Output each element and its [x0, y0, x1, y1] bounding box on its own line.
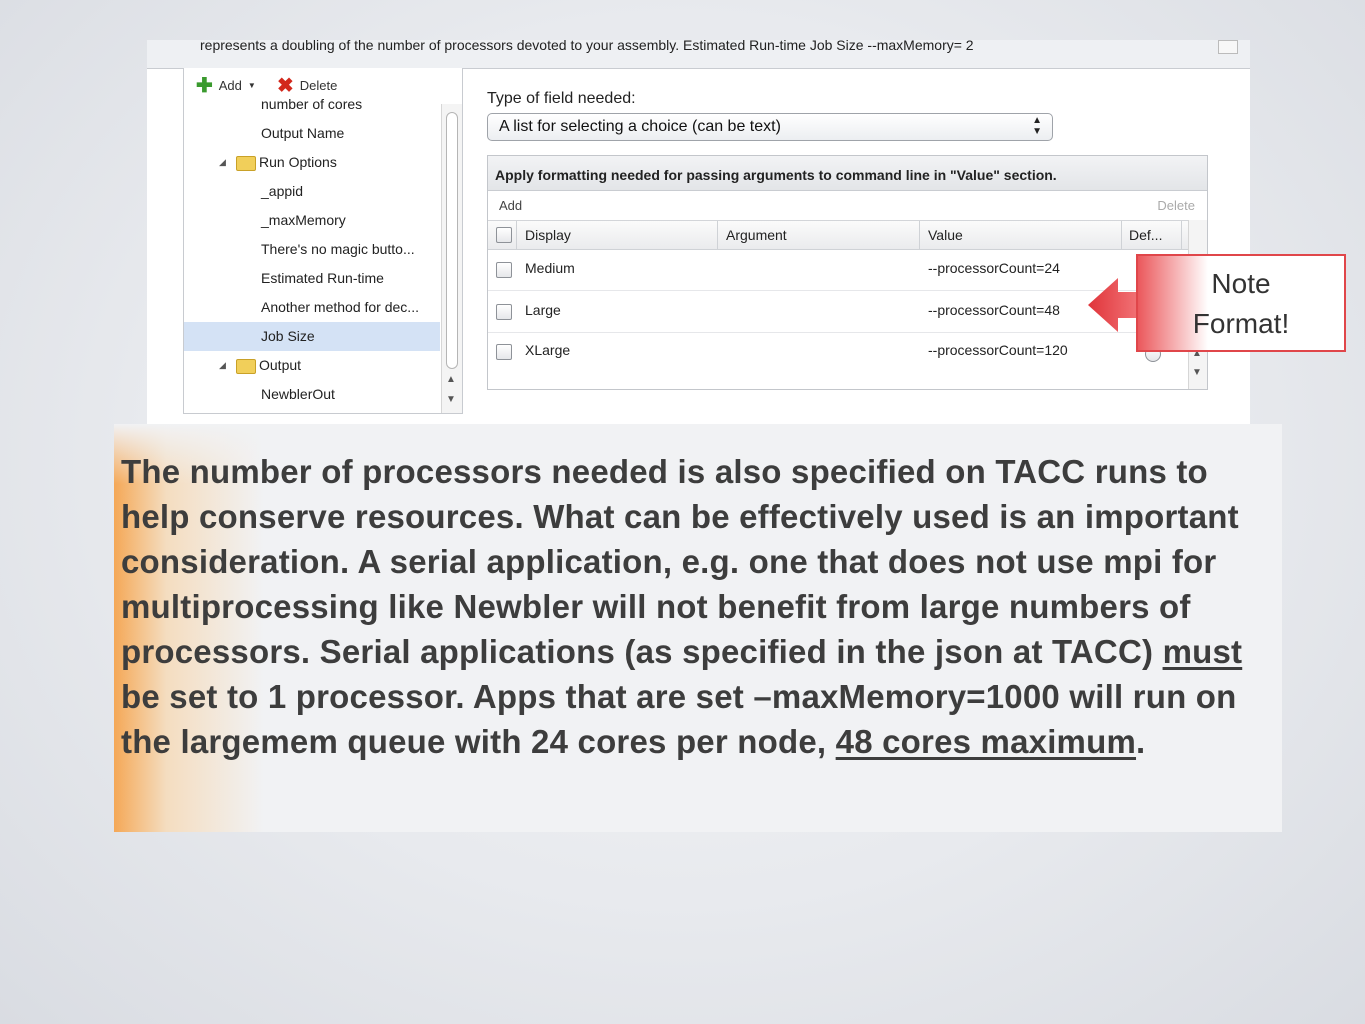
- tree-pane: ✚ Add ▼ ✖ Delete number of cores Output …: [183, 68, 463, 414]
- tree-item-job-size[interactable]: Job Size: [184, 322, 440, 351]
- tree-scrollbar[interactable]: ▲ ▼: [441, 104, 462, 413]
- grid-toolbar: Add Delete: [488, 190, 1207, 220]
- text-part: .: [1136, 723, 1146, 760]
- tree-item-label: Run Options: [259, 154, 337, 170]
- app-screenshot: represents a doubling of the number of p…: [147, 40, 1250, 435]
- cell-value[interactable]: --processorCount=24: [928, 260, 1060, 276]
- tree-item-appid[interactable]: _appid: [184, 177, 440, 206]
- column-display[interactable]: Display: [525, 227, 571, 243]
- grid-add-button[interactable]: Add: [499, 198, 522, 213]
- tree-item-output-name[interactable]: Output Name: [184, 119, 440, 148]
- tree-item-label: Estimated Run-time: [261, 270, 384, 286]
- plus-icon: ✚: [196, 74, 213, 97]
- description-scrollbar[interactable]: [1218, 40, 1238, 54]
- scrollbar-thumb[interactable]: [446, 112, 458, 369]
- expand-triangle-icon[interactable]: ◢: [219, 351, 226, 380]
- tree-item-label: There's no magic butto...: [261, 241, 415, 257]
- row-checkbox[interactable]: [496, 344, 512, 360]
- folder-icon: [236, 359, 256, 374]
- explanation-text: The number of processors needed is also …: [121, 449, 1281, 764]
- emphasis-max-cores: 48 cores maximum: [835, 723, 1137, 760]
- add-label: Add: [218, 78, 242, 93]
- tree-item-label: _maxMemory: [261, 212, 346, 228]
- scroll-down-icon[interactable]: ▼: [1192, 367, 1202, 378]
- grid-header: Apply formatting needed for passing argu…: [488, 156, 1207, 191]
- parameter-tree: number of cores Output Name ◢ Run Option…: [184, 98, 440, 413]
- tree-item-label: Job Size: [261, 328, 315, 344]
- tree-item-newblerout[interactable]: NewblerOut: [184, 380, 440, 409]
- grid-header-text: Apply formatting needed for passing argu…: [495, 167, 1057, 183]
- field-type-label: Type of field needed:: [487, 90, 636, 107]
- select-arrows-icon: ▲ ▼: [1032, 115, 1042, 137]
- callout-line-1: Note: [1211, 268, 1271, 299]
- cell-value[interactable]: --processorCount=120: [928, 342, 1068, 358]
- scroll-down-icon[interactable]: ▼: [446, 394, 456, 405]
- row-checkbox[interactable]: [496, 304, 512, 320]
- column-value[interactable]: Value: [928, 227, 963, 243]
- tree-item-label: Output Name: [261, 125, 345, 141]
- field-type-select[interactable]: A list for selecting a choice (can be te…: [487, 113, 1053, 141]
- delete-button[interactable]: ✖ Delete: [277, 74, 338, 97]
- chevron-down-icon: ▼: [247, 81, 256, 90]
- description-text-strip: represents a doubling of the number of p…: [147, 40, 1250, 69]
- tree-item-estimated-run-time[interactable]: Estimated Run-time: [184, 264, 440, 293]
- note-format-callout: Note Format!: [1136, 254, 1346, 352]
- table-row[interactable]: XLarge --processorCount=120: [488, 333, 1188, 374]
- tree-item-label: NewblerOut: [261, 386, 335, 402]
- tree-item-label: Another method for dec...: [261, 299, 419, 315]
- tree-item-label: _appid: [261, 183, 304, 199]
- select-all-checkbox[interactable]: [496, 227, 512, 243]
- cell-display[interactable]: Medium: [525, 260, 575, 276]
- grid-column-header: Display Argument Value Def...: [488, 220, 1188, 250]
- field-editor: Type of field needed: A list for selecti…: [487, 80, 1208, 430]
- close-icon: ✖: [277, 74, 294, 97]
- tree-item-label: Output: [259, 357, 302, 373]
- grid-delete-button[interactable]: Delete: [1157, 198, 1195, 213]
- description-text: represents a doubling of the number of p…: [200, 40, 974, 53]
- column-default[interactable]: Def...: [1129, 227, 1162, 243]
- tree-item-output[interactable]: ◢ Output: [184, 351, 440, 380]
- folder-icon: [236, 156, 256, 171]
- expand-triangle-icon[interactable]: ◢: [219, 148, 226, 177]
- delete-label: Delete: [299, 78, 338, 93]
- cell-display[interactable]: XLarge: [525, 342, 570, 358]
- row-checkbox[interactable]: [496, 262, 512, 278]
- add-button[interactable]: ✚ Add ▼: [196, 74, 256, 97]
- field-type-value: A list for selecting a choice (can be te…: [499, 118, 781, 135]
- tree-item-run-options[interactable]: ◢ Run Options: [184, 148, 440, 177]
- tree-item-no-magic-button[interactable]: There's no magic butto...: [184, 235, 440, 264]
- cell-value[interactable]: --processorCount=48: [928, 302, 1060, 318]
- explanation-box: The number of processors needed is also …: [114, 424, 1282, 832]
- tree-item-label: number of cores: [261, 98, 363, 112]
- tree-item-another-method[interactable]: Another method for dec...: [184, 293, 440, 322]
- emphasis-must: must: [1162, 633, 1243, 670]
- callout-line-2: Format!: [1192, 308, 1290, 339]
- table-row[interactable]: Large --processorCount=48: [488, 291, 1188, 333]
- text-part: The number of processors needed is also …: [121, 453, 1239, 670]
- tree-item-number-of-cores[interactable]: number of cores: [184, 98, 440, 119]
- table-row[interactable]: Medium --processorCount=24: [488, 249, 1188, 291]
- column-argument[interactable]: Argument: [726, 227, 787, 243]
- cell-display[interactable]: Large: [525, 302, 561, 318]
- scroll-up-icon[interactable]: ▲: [446, 374, 456, 385]
- tree-item-maxmemory[interactable]: _maxMemory: [184, 206, 440, 235]
